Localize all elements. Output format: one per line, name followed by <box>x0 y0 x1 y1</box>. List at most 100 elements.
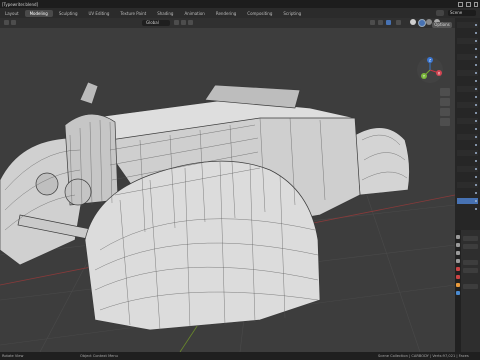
snap-icon[interactable] <box>181 20 186 25</box>
property-field[interactable] <box>463 284 478 289</box>
wireframe-shading-icon[interactable] <box>410 19 416 25</box>
scene-canvas: X Y Z <box>0 57 455 352</box>
object-icon <box>475 152 477 154</box>
tab-uv-editing[interactable]: UV Editing <box>84 10 115 17</box>
outliner-row[interactable] <box>457 102 478 108</box>
outliner-row[interactable] <box>457 126 478 132</box>
outliner-row[interactable] <box>457 70 478 76</box>
object-icon <box>475 160 477 162</box>
title-bar: [Typewriter.blend] <box>0 0 480 8</box>
outliner-row[interactable] <box>457 94 478 100</box>
outliner-row-selected[interactable] <box>457 198 478 204</box>
status-left: Rotate View <box>2 353 24 358</box>
object-icon <box>475 168 477 170</box>
property-field[interactable] <box>463 236 478 241</box>
outliner-row[interactable] <box>457 38 478 44</box>
tab-scripting[interactable]: Scripting <box>278 10 306 17</box>
object-icon <box>475 176 477 178</box>
outliner-row[interactable] <box>457 134 478 140</box>
object-icon <box>475 136 477 138</box>
object-icon <box>475 64 477 66</box>
scene-icon[interactable] <box>436 10 444 16</box>
property-field[interactable] <box>463 268 478 273</box>
tab-shading[interactable]: Shading <box>152 10 178 17</box>
outliner-row[interactable] <box>457 158 478 164</box>
output-tab-icon[interactable] <box>456 251 460 255</box>
tab-layout[interactable]: Layout <box>0 10 24 17</box>
minimize-icon[interactable] <box>458 2 463 7</box>
xray-icon[interactable] <box>396 20 401 25</box>
options-dropdown[interactable]: Options <box>432 22 452 28</box>
camera-view-icon[interactable] <box>440 108 450 116</box>
outliner-panel <box>455 18 480 230</box>
object-icon <box>475 128 477 130</box>
pan-tool-icon[interactable] <box>440 98 450 106</box>
outliner-row[interactable] <box>457 182 478 188</box>
outliner-row[interactable] <box>457 30 478 36</box>
gizmo-toggle-icon[interactable] <box>378 20 383 25</box>
status-bar: Rotate View Object Context Menu Scene Co… <box>0 352 480 360</box>
scene-tab-icon[interactable] <box>456 267 460 271</box>
outliner-row[interactable] <box>457 46 478 52</box>
object-icon <box>475 24 477 26</box>
maximize-icon[interactable] <box>466 2 471 7</box>
object-tab-icon[interactable] <box>456 283 460 287</box>
tab-compositing[interactable]: Compositing <box>242 10 277 17</box>
tab-sculpting[interactable]: Sculpting <box>54 10 83 17</box>
object-icon <box>475 80 477 82</box>
object-icon <box>475 56 477 58</box>
proportional-edit-icon[interactable] <box>188 20 193 25</box>
modifier-tab-icon[interactable] <box>456 291 460 295</box>
object-icon <box>475 72 477 74</box>
tab-rendering[interactable]: Rendering <box>211 10 241 17</box>
close-icon[interactable] <box>474 2 478 7</box>
mode-selector-icon[interactable] <box>11 20 16 25</box>
perspective-toggle-icon[interactable] <box>440 118 450 126</box>
editor-type-icon[interactable] <box>4 20 9 25</box>
outliner-row[interactable] <box>457 190 478 196</box>
world-tab-icon[interactable] <box>456 275 460 279</box>
viewport-header: Global <box>0 18 455 28</box>
object-icon <box>475 184 477 186</box>
outliner-row[interactable] <box>457 142 478 148</box>
transform-orientation-dropdown[interactable]: Global <box>142 20 170 26</box>
outliner-row[interactable] <box>457 174 478 180</box>
outliner-row[interactable] <box>457 86 478 92</box>
render-tab-icon[interactable] <box>456 243 460 247</box>
object-icon <box>475 120 477 122</box>
workspace-tabs: Layout Modeling Sculpting UV Editing Texture… <box>0 10 307 17</box>
tab-animation[interactable]: Animation <box>179 10 209 17</box>
3d-viewport[interactable]: X Y Z <box>0 28 455 352</box>
object-icon <box>475 32 477 34</box>
scene-selector[interactable]: Scene <box>448 10 476 16</box>
outliner-row[interactable] <box>457 118 478 124</box>
property-field[interactable] <box>463 244 478 249</box>
pivot-icon[interactable] <box>174 20 179 25</box>
outliner-row[interactable] <box>457 150 478 156</box>
view-layer-tab-icon[interactable] <box>456 259 460 263</box>
outliner-row[interactable] <box>457 62 478 68</box>
object-icon <box>475 200 477 202</box>
visibility-icon[interactable] <box>370 20 375 25</box>
object-icon <box>475 48 477 50</box>
outliner-row[interactable] <box>457 166 478 172</box>
overlay-toggle-icon[interactable] <box>386 20 391 25</box>
outliner-row[interactable] <box>457 110 478 116</box>
object-icon <box>475 40 477 42</box>
outliner-row[interactable] <box>457 206 478 212</box>
zoom-tool-icon[interactable] <box>440 88 450 96</box>
object-icon <box>475 104 477 106</box>
property-field[interactable] <box>463 260 478 265</box>
status-middle: Object Context Menu <box>80 353 118 358</box>
object-icon <box>475 96 477 98</box>
solid-shading-icon[interactable] <box>418 19 426 27</box>
tab-texture-paint[interactable]: Texture Paint <box>115 10 151 17</box>
outliner-row[interactable] <box>457 54 478 60</box>
tool-tab-icon[interactable] <box>456 235 460 239</box>
object-icon <box>475 112 477 114</box>
outliner-row[interactable] <box>457 22 478 28</box>
object-icon <box>475 192 477 194</box>
workspace-bar: Layout Modeling Sculpting UV Editing Texture… <box>0 8 480 18</box>
outliner-row[interactable] <box>457 78 478 84</box>
tab-modeling[interactable]: Modeling <box>24 10 53 17</box>
